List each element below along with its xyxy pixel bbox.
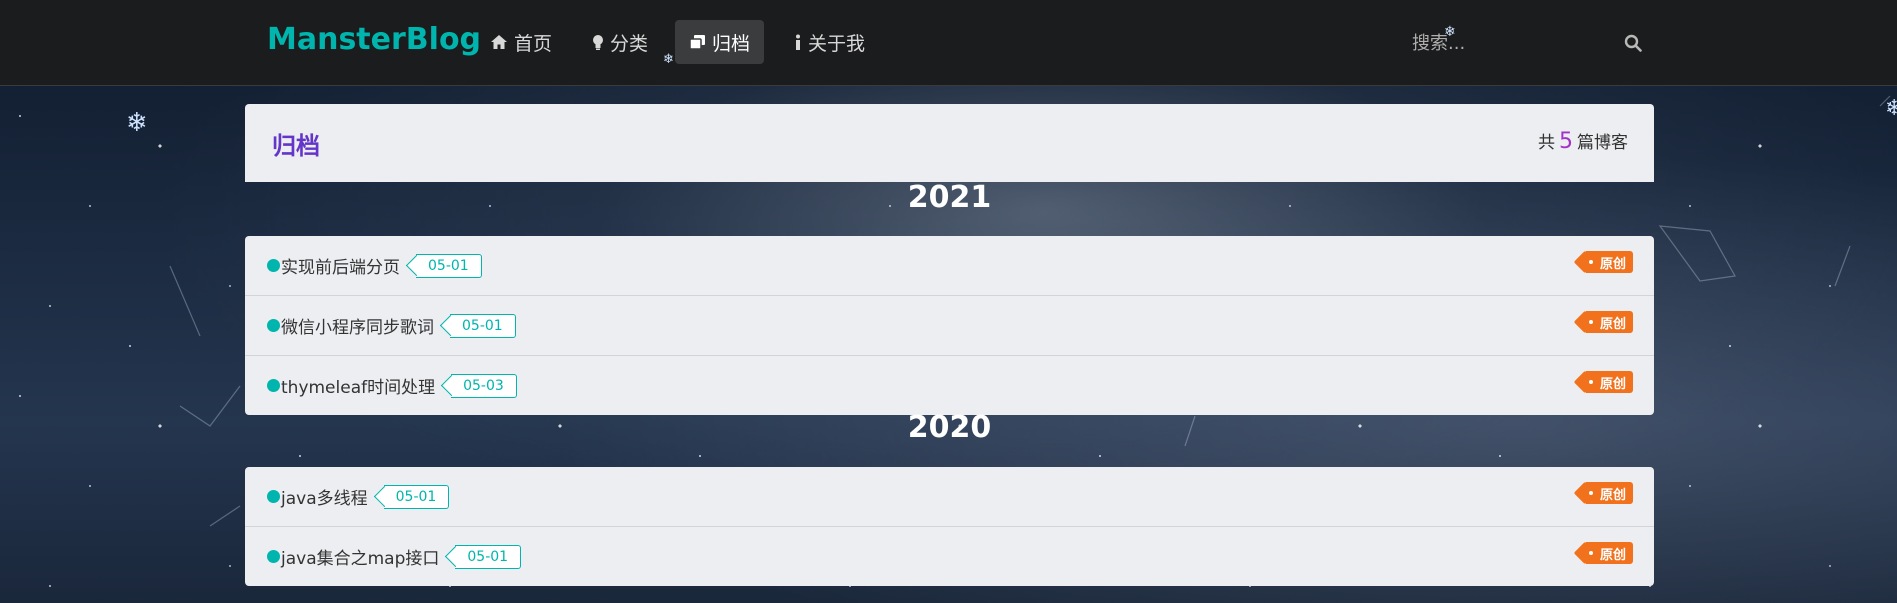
nav-archive[interactable]: 归档 bbox=[675, 20, 765, 64]
post-count: 共 5 篇博客 bbox=[1538, 128, 1628, 154]
year-heading: 2020 bbox=[907, 410, 992, 445]
post-title-link[interactable]: java集合之map接口 bbox=[281, 544, 439, 569]
post-count-suffix: 篇博客 bbox=[1577, 133, 1628, 153]
post-date-label: 05-01 bbox=[450, 313, 516, 338]
year-post-list: 实现前后端分页 05-01 原创 微信小程序同步歌词 05-01 原创 thym… bbox=[245, 236, 1654, 415]
post-row: java集合之map接口 05-01 原创 bbox=[245, 526, 1654, 586]
post-row: 实现前后端分页 05-01 原创 bbox=[245, 236, 1654, 295]
search-icon[interactable] bbox=[1624, 34, 1642, 52]
original-tag: 原创 bbox=[1585, 311, 1633, 333]
snowflake-icon: ❄ bbox=[1885, 96, 1897, 121]
nav-archive-label: 归档 bbox=[712, 32, 751, 55]
bullet-dot-icon bbox=[267, 379, 280, 392]
clone-icon bbox=[689, 35, 705, 50]
post-row: 微信小程序同步歌词 05-01 原创 bbox=[245, 295, 1654, 355]
post-count-prefix: 共 bbox=[1538, 133, 1555, 153]
tag-label: 原创 bbox=[1599, 316, 1626, 332]
original-tag: 原创 bbox=[1585, 371, 1633, 393]
post-count-number: 5 bbox=[1559, 129, 1573, 154]
post-title-link[interactable]: 实现前后端分页 bbox=[281, 253, 400, 278]
lightbulb-icon bbox=[593, 34, 603, 50]
info-icon bbox=[796, 34, 800, 50]
original-tag: 原创 bbox=[1585, 542, 1633, 564]
post-row: java多线程 05-01 原创 bbox=[245, 467, 1654, 526]
post-date-label: 05-03 bbox=[451, 373, 517, 398]
post-date-label: 05-01 bbox=[383, 484, 450, 509]
nav-category-label: 分类 bbox=[610, 32, 649, 55]
post-title-link[interactable]: java多线程 bbox=[281, 484, 368, 509]
tag-label: 原创 bbox=[1599, 376, 1626, 392]
original-tag: 原创 bbox=[1585, 251, 1633, 273]
nav-about[interactable]: 关于我 bbox=[780, 20, 879, 64]
post-date: 05-01 bbox=[462, 317, 503, 334]
archive-header: 归档 共 5 篇博客 bbox=[245, 104, 1654, 182]
original-tag: 原创 bbox=[1585, 482, 1633, 504]
snowflake-icon: ❄ bbox=[1444, 24, 1456, 40]
post-date: 05-01 bbox=[467, 548, 509, 565]
post-title-link[interactable]: thymeleaf时间处理 bbox=[281, 373, 435, 398]
bullet-dot-icon bbox=[267, 490, 280, 503]
nav-about-label: 关于我 bbox=[808, 32, 866, 55]
tag-label: 原创 bbox=[1599, 547, 1626, 563]
bullet-dot-icon bbox=[267, 550, 280, 563]
bullet-dot-icon bbox=[267, 259, 280, 272]
home-icon bbox=[491, 35, 507, 49]
search-input[interactable] bbox=[1410, 31, 1564, 55]
post-title-link[interactable]: 微信小程序同步歌词 bbox=[281, 313, 434, 338]
post-date: 05-01 bbox=[428, 257, 469, 274]
nav-category[interactable]: 分类 bbox=[578, 20, 662, 64]
tag-label: 原创 bbox=[1599, 487, 1626, 503]
nav-home[interactable]: 首页 bbox=[476, 20, 566, 64]
post-date-label: 05-01 bbox=[416, 253, 482, 278]
tag-label: 原创 bbox=[1599, 256, 1626, 272]
bullet-dot-icon bbox=[267, 319, 280, 332]
snowflake-icon: ❄ bbox=[663, 52, 674, 67]
page-title: 归档 bbox=[272, 132, 320, 160]
post-date: 05-01 bbox=[395, 488, 437, 505]
post-date: 05-03 bbox=[463, 377, 504, 394]
snowflake-icon: ❄ bbox=[126, 108, 148, 138]
post-row: thymeleaf时间处理 05-03 原创 bbox=[245, 355, 1654, 415]
post-date-label: 05-01 bbox=[455, 544, 522, 569]
year-post-list: java多线程 05-01 原创 java集合之map接口 05-01 原创 bbox=[245, 467, 1654, 586]
top-navbar: MansterBlog 首页 分类 归档 关于我 bbox=[0, 0, 1897, 86]
brand-logo[interactable]: MansterBlog bbox=[267, 22, 481, 57]
nav-home-label: 首页 bbox=[514, 32, 553, 55]
year-heading: 2021 bbox=[907, 180, 992, 215]
